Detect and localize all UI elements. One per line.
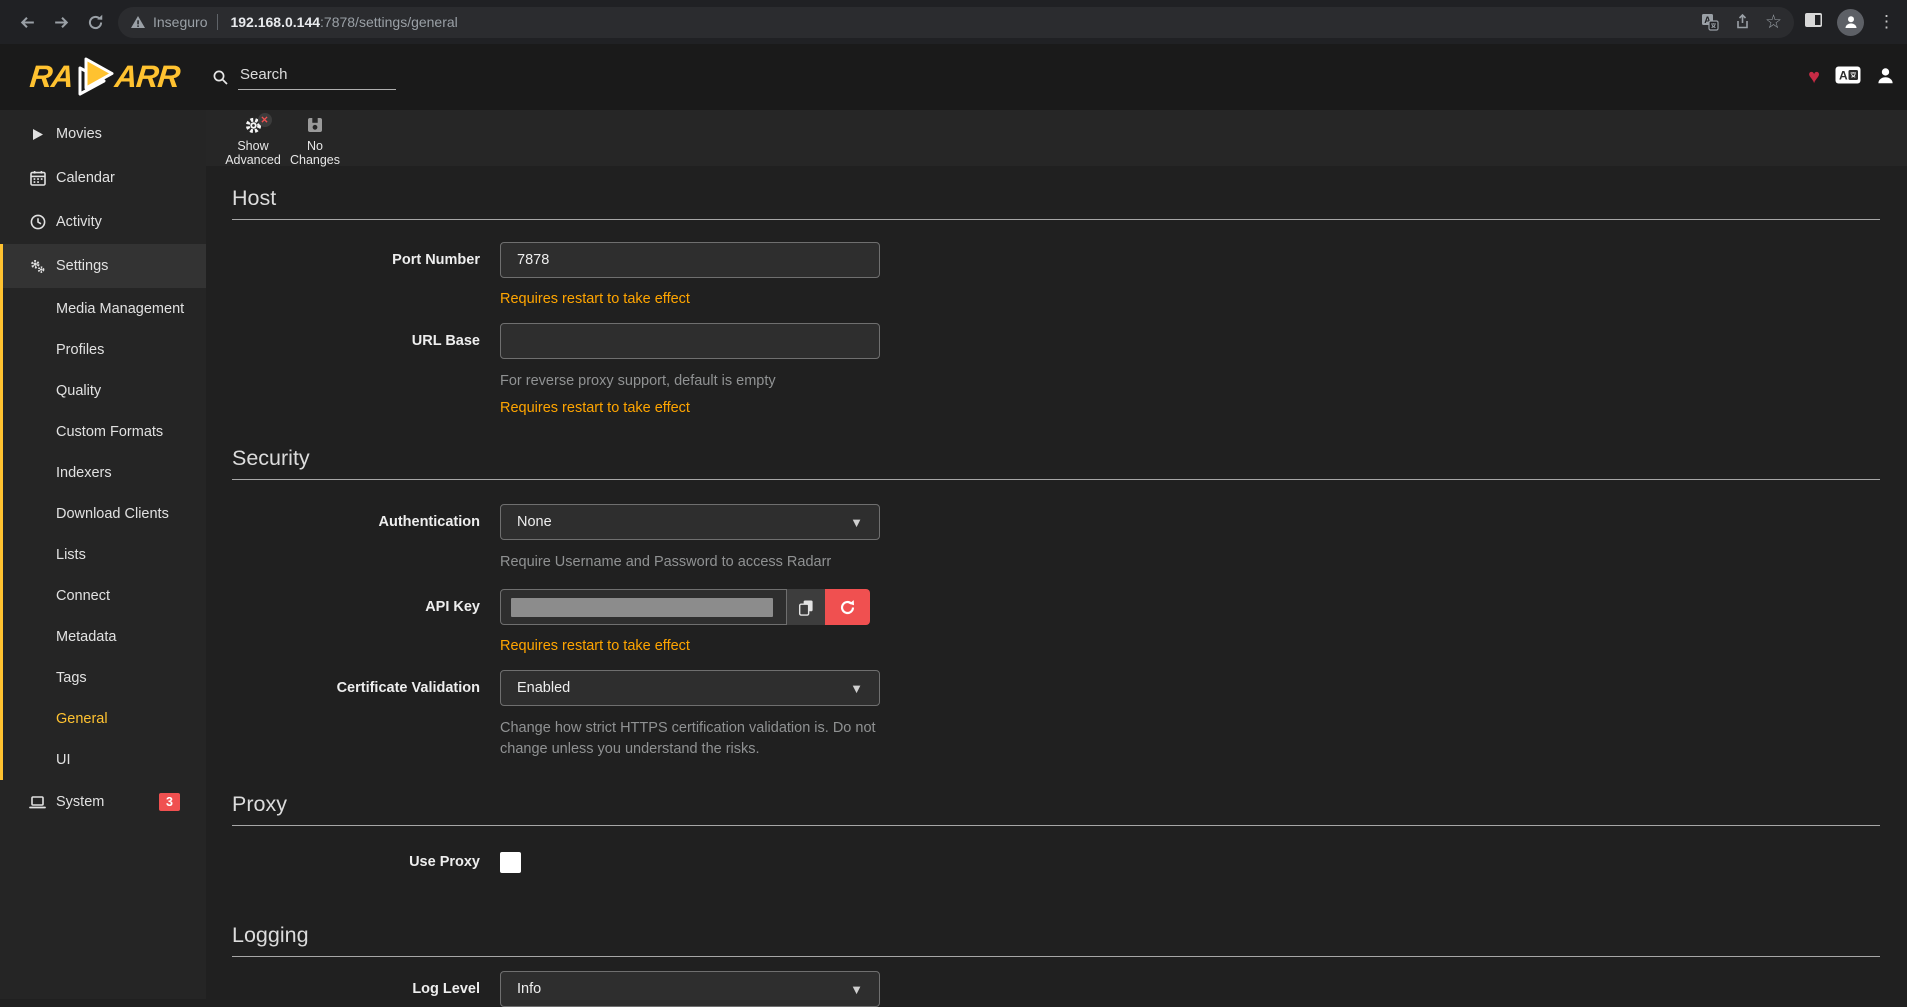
port-number-input[interactable] bbox=[500, 242, 880, 278]
side-panel-icon[interactable] bbox=[1804, 12, 1823, 32]
api-key-input[interactable] bbox=[500, 589, 787, 625]
search-input[interactable] bbox=[238, 64, 396, 90]
authentication-row: Authentication None ▼ Require Username a… bbox=[232, 504, 1880, 573]
forward-icon[interactable] bbox=[44, 5, 78, 39]
log-level-select[interactable]: Info ▼ bbox=[500, 971, 880, 1007]
translate-icon[interactable]: A bbox=[1701, 13, 1719, 31]
use-proxy-label: Use Proxy bbox=[232, 852, 480, 873]
sidebar-item-settings[interactable]: Settings bbox=[3, 244, 206, 288]
port-number-row: Port Number Requires restart to take eff… bbox=[232, 242, 1880, 307]
laptop-icon bbox=[29, 795, 46, 810]
sidebar-item-movies[interactable]: Movies bbox=[0, 112, 206, 156]
use-proxy-row: Use Proxy bbox=[232, 852, 1880, 873]
copy-api-key-button[interactable] bbox=[787, 589, 825, 625]
search-bar bbox=[212, 64, 396, 90]
log-level-label: Log Level bbox=[232, 971, 480, 1007]
security-label[interactable]: Inseguro bbox=[153, 14, 207, 30]
authentication-select[interactable]: None ▼ bbox=[500, 504, 880, 540]
url-base-help: For reverse proxy support, default is em… bbox=[500, 371, 880, 392]
no-changes-save-button[interactable]: NoChanges bbox=[284, 110, 346, 166]
back-icon[interactable] bbox=[10, 5, 44, 39]
sidebar-item-metadata[interactable]: Metadata bbox=[3, 616, 206, 657]
chevron-down-icon: ▼ bbox=[850, 515, 863, 530]
section-title-host: Host bbox=[232, 186, 1880, 220]
certificate-validation-select[interactable]: Enabled ▼ bbox=[500, 670, 880, 706]
use-proxy-checkbox[interactable] bbox=[500, 852, 521, 873]
logo-play-icon bbox=[70, 54, 118, 100]
log-level-row: Log Level Info ▼ bbox=[232, 971, 1880, 1007]
api-key-label: API Key bbox=[232, 589, 480, 654]
section-title-security: Security bbox=[232, 446, 1880, 480]
url-base-row: URL Base For reverse proxy support, defa… bbox=[232, 323, 1880, 416]
browser-profile-avatar[interactable] bbox=[1837, 9, 1864, 36]
authentication-help: Require Username and Password to access … bbox=[500, 552, 880, 573]
certificate-validation-help: Change how strict HTTPS certification va… bbox=[500, 718, 895, 760]
omnibox-divider bbox=[217, 14, 218, 30]
sidebar-item-connect[interactable]: Connect bbox=[3, 575, 206, 616]
chevron-down-icon: ▼ bbox=[850, 681, 863, 696]
api-key-row: API Key Requires restart to take eff bbox=[232, 589, 1880, 654]
sidebar-item-general[interactable]: General bbox=[3, 698, 206, 739]
sidebar-item-calendar[interactable]: Calendar bbox=[0, 156, 206, 200]
sidebar-item-download-clients[interactable]: Download Clients bbox=[3, 493, 206, 534]
sidebar-item-lists[interactable]: Lists bbox=[3, 534, 206, 575]
port-number-label: Port Number bbox=[232, 242, 480, 307]
certificate-validation-label: Certificate Validation bbox=[232, 670, 480, 760]
play-icon bbox=[29, 128, 46, 141]
settings-general-page: Host Port Number Requires restart to tak… bbox=[206, 186, 1907, 1007]
logo-text-right: ARR bbox=[113, 59, 181, 95]
browser-menu-icon[interactable]: ⋮ bbox=[1878, 12, 1895, 32]
donate-heart-icon[interactable]: ♥ bbox=[1808, 67, 1820, 87]
sidebar-item-indexers[interactable]: Indexers bbox=[3, 452, 206, 493]
sidebar-item-media-management[interactable]: Media Management bbox=[3, 288, 206, 329]
clipboard-copy-icon bbox=[798, 599, 814, 616]
sidebar-item-profiles[interactable]: Profiles bbox=[3, 329, 206, 370]
sidebar-item-system[interactable]: System 3 bbox=[0, 780, 206, 824]
system-count-badge: 3 bbox=[159, 793, 180, 811]
share-icon[interactable] bbox=[1733, 13, 1751, 31]
translate-page-icon[interactable]: A bbox=[1835, 66, 1861, 88]
sidebar-item-ui[interactable]: UI bbox=[3, 739, 206, 780]
svg-text:A: A bbox=[1839, 69, 1848, 83]
address-bar[interactable]: Inseguro 192.168.0.144:7878/settings/gen… bbox=[118, 7, 1794, 38]
logo-text-left: RA bbox=[28, 59, 75, 95]
api-key-restart-warning: Requires restart to take effect bbox=[500, 638, 870, 654]
browser-chrome: Inseguro 192.168.0.144:7878/settings/gen… bbox=[0, 0, 1907, 44]
clock-icon bbox=[29, 214, 46, 230]
url-base-label: URL Base bbox=[232, 323, 480, 416]
search-icon bbox=[212, 69, 229, 86]
sidebar-item-activity[interactable]: Activity bbox=[0, 200, 206, 244]
app-header: RA ARR ♥ A bbox=[0, 44, 1907, 110]
sidebar-item-tags[interactable]: Tags bbox=[3, 657, 206, 698]
sidebar-item-custom-formats[interactable]: Custom Formats bbox=[3, 411, 206, 452]
radarr-logo[interactable]: RA ARR bbox=[30, 54, 179, 100]
user-icon[interactable] bbox=[1876, 66, 1895, 89]
advanced-hidden-x-icon: ✕ bbox=[258, 113, 272, 127]
not-secure-warning-icon bbox=[130, 14, 146, 30]
certificate-validation-row: Certificate Validation Enabled ▼ Change … bbox=[232, 670, 1880, 760]
section-title-proxy: Proxy bbox=[232, 792, 1880, 826]
sidebar-settings-group: Settings Media Management Profiles Quali… bbox=[0, 244, 206, 780]
url-text[interactable]: 192.168.0.144:7878/settings/general bbox=[230, 14, 457, 30]
url-base-input[interactable] bbox=[500, 323, 880, 359]
port-restart-warning: Requires restart to take effect bbox=[500, 291, 880, 307]
reload-icon[interactable] bbox=[78, 5, 112, 39]
sidebar-item-quality[interactable]: Quality bbox=[3, 370, 206, 411]
regenerate-api-key-button[interactable] bbox=[825, 589, 870, 625]
save-floppy-icon bbox=[306, 116, 324, 138]
url-base-restart-warning: Requires restart to take effect bbox=[500, 400, 880, 416]
api-key-redacted-value bbox=[511, 598, 773, 617]
refresh-icon bbox=[839, 599, 856, 616]
gears-icon bbox=[29, 258, 46, 275]
bookmark-star-icon[interactable]: ☆ bbox=[1765, 13, 1782, 32]
authentication-label: Authentication bbox=[232, 504, 480, 573]
chevron-down-icon: ▼ bbox=[850, 982, 863, 997]
page-toolbar: ✕ ShowAdvanced NoChanges bbox=[206, 110, 1907, 166]
section-title-logging: Logging bbox=[232, 923, 1880, 957]
calendar-icon bbox=[29, 170, 46, 186]
show-advanced-button[interactable]: ✕ ShowAdvanced bbox=[222, 110, 284, 166]
sidebar: Movies Calendar Activity Settings Media … bbox=[0, 110, 206, 999]
